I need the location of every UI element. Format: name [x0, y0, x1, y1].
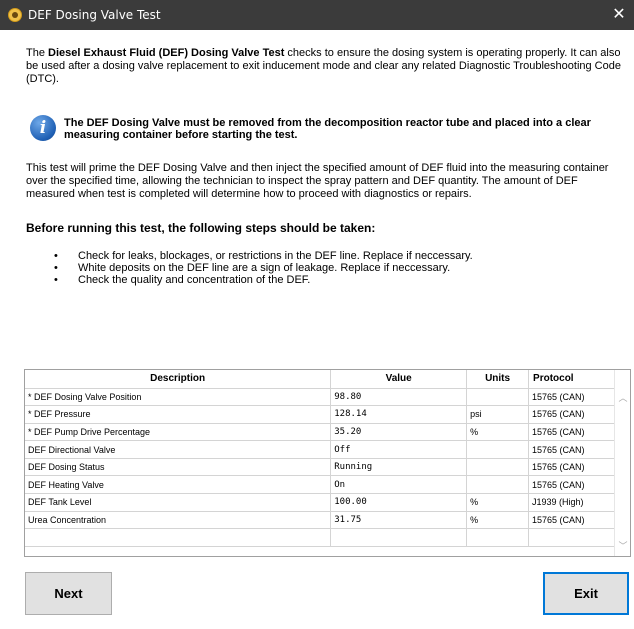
cell-value: Running	[330, 458, 468, 477]
cell-value	[330, 528, 468, 547]
column-header-description[interactable]: Description	[25, 370, 332, 389]
cell-units: %	[466, 511, 530, 530]
cell-description: DEF Tank Level	[25, 493, 332, 512]
step-item: Check the quality and concentration of t…	[50, 274, 610, 286]
cell-protocol: 15765 (CAN)	[528, 440, 615, 459]
cell-description: DEF Dosing Status	[25, 458, 332, 477]
cell-value: 100.00	[330, 493, 468, 512]
intro-paragraph: The Diesel Exhaust Fluid (DEF) Dosing Va…	[26, 47, 626, 86]
cell-units	[466, 440, 530, 459]
table-row[interactable]: * DEF Pressure 128.14 psi 15765 (CAN)	[25, 405, 615, 424]
cell-protocol: 15765 (CAN)	[528, 475, 615, 495]
table-header-row: Description Value Units Protocol	[25, 370, 615, 389]
notice-box: i The DEF Dosing Valve must be removed f…	[30, 112, 622, 152]
cell-description: Urea Concentration	[25, 511, 332, 530]
cell-units	[466, 528, 530, 547]
cell-value: Off	[330, 440, 468, 459]
cell-units	[466, 388, 530, 407]
cell-description: * DEF Pressure	[25, 405, 332, 424]
cell-protocol: 15765 (CAN)	[528, 423, 615, 442]
table-row[interactable]: * DEF Dosing Valve Position 98.80 15765 …	[25, 388, 615, 407]
table-row-empty[interactable]	[25, 528, 615, 547]
table-scrollbar[interactable]: ︿ ﹀	[614, 370, 630, 556]
intro-bold-title: Diesel Exhaust Fluid (DEF) Dosing Valve …	[48, 47, 285, 59]
cell-value: On	[330, 475, 468, 495]
title-bar: DEF Dosing Valve Test ✕	[0, 0, 634, 30]
cell-description: DEF Heating Valve	[25, 475, 332, 495]
cell-units: psi	[466, 405, 530, 424]
cell-units	[466, 475, 530, 495]
cell-value: 98.80	[330, 388, 468, 407]
column-header-units[interactable]: Units	[466, 370, 530, 389]
column-header-value[interactable]: Value	[330, 370, 468, 389]
table-row[interactable]: * DEF Pump Drive Percentage 35.20 % 1576…	[25, 423, 615, 442]
column-header-protocol[interactable]: Protocol	[528, 370, 615, 389]
scroll-up-icon[interactable]: ︿	[615, 390, 631, 406]
window-title: DEF Dosing Valve Test	[28, 8, 161, 22]
app-icon	[8, 8, 22, 22]
info-icon: i	[30, 115, 56, 141]
intro-prefix: The	[26, 47, 49, 59]
next-button[interactable]: Next	[25, 572, 112, 615]
description-paragraph: This test will prime the DEF Dosing Valv…	[26, 162, 609, 200]
step-item: Check for leaks, blockages, or restricti…	[50, 250, 610, 262]
cell-protocol: J1939 (High)	[528, 493, 615, 512]
steps-list: Check for leaks, blockages, or restricti…	[50, 250, 610, 286]
cell-units	[466, 458, 530, 477]
table-row[interactable]: DEF Directional Valve Off 15765 (CAN)	[25, 440, 615, 459]
cell-value: 31.75	[330, 511, 468, 530]
table-row[interactable]: DEF Heating Valve On 15765 (CAN)	[25, 475, 615, 495]
table-row[interactable]: DEF Tank Level 100.00 % J1939 (High)	[25, 493, 615, 512]
cell-units: %	[466, 423, 530, 442]
cell-description: * DEF Pump Drive Percentage	[25, 423, 332, 442]
cell-description: * DEF Dosing Valve Position	[25, 388, 332, 407]
notice-text: The DEF Dosing Valve must be removed fro…	[64, 117, 591, 141]
table-row[interactable]: DEF Dosing Status Running 15765 (CAN)	[25, 458, 615, 477]
cell-description	[25, 528, 332, 547]
data-table: Description Value Units Protocol * DEF D…	[25, 370, 615, 547]
cell-protocol: 15765 (CAN)	[528, 405, 615, 424]
cell-value: 35.20	[330, 423, 468, 442]
cell-protocol: 15765 (CAN)	[528, 388, 615, 407]
table-row[interactable]: Urea Concentration 31.75 % 15765 (CAN)	[25, 511, 615, 530]
cell-description: DEF Directional Valve	[25, 440, 332, 459]
step-item: White deposits on the DEF line are a sig…	[50, 262, 610, 274]
close-icon[interactable]: ✕	[604, 0, 634, 30]
exit-button[interactable]: Exit	[543, 572, 629, 615]
cell-protocol	[528, 528, 615, 547]
steps-heading: Before running this test, the following …	[26, 221, 376, 235]
scroll-down-icon[interactable]: ﹀	[615, 538, 631, 554]
cell-units: %	[466, 493, 530, 512]
cell-value: 128.14	[330, 405, 468, 424]
cell-protocol: 15765 (CAN)	[528, 511, 615, 530]
data-table-container: Description Value Units Protocol * DEF D…	[24, 369, 631, 557]
cell-protocol: 15765 (CAN)	[528, 458, 615, 477]
